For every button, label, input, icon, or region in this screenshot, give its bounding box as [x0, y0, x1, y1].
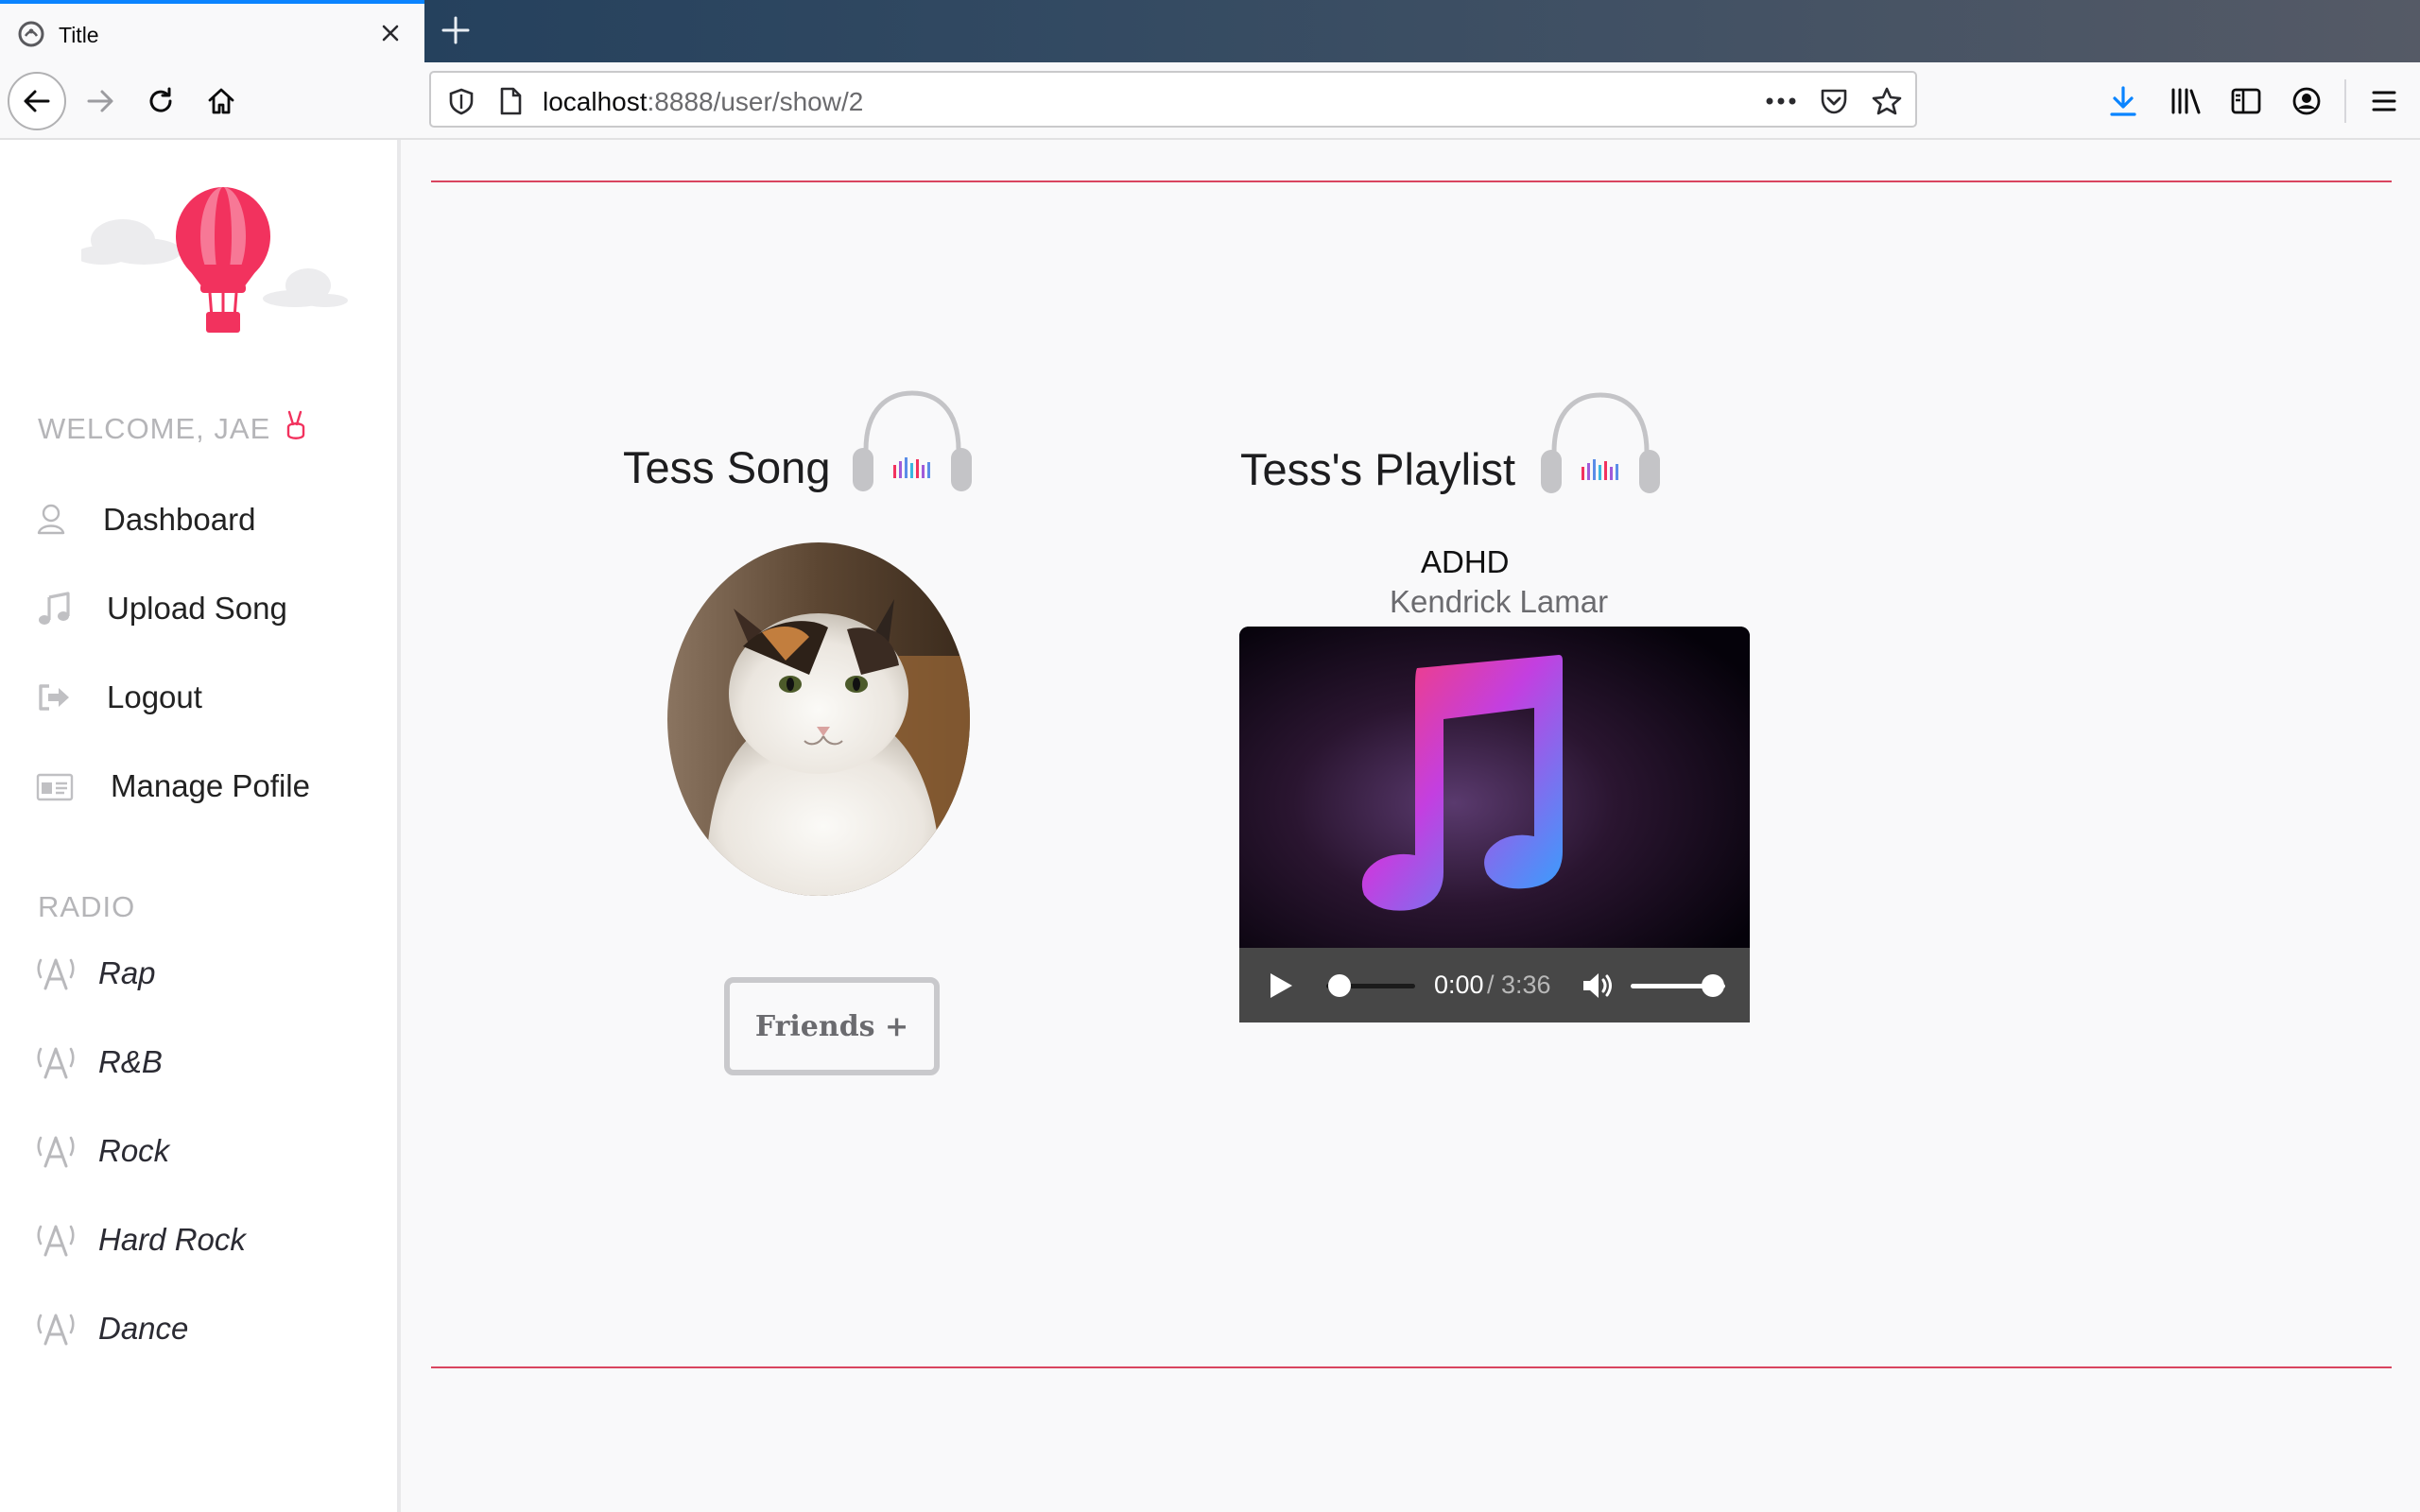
toolbar-divider [2344, 79, 2346, 123]
page-info-icon[interactable] [493, 84, 527, 118]
radio-tower-icon [37, 1136, 75, 1168]
sidebar-item-logout[interactable]: Logout [36, 671, 202, 724]
user-icon [37, 504, 65, 535]
radio-label: Dance [98, 1311, 189, 1346]
sidebar-icon [2231, 88, 2261, 114]
volume-icon[interactable] [1582, 971, 1616, 1001]
pocket-icon[interactable] [1817, 84, 1851, 118]
sidebar-item-radio-rnb[interactable]: R&B [36, 1036, 163, 1089]
welcome-message: WELCOME, JAE [38, 410, 308, 446]
browser-toolbar: localhost:8888/user/show/2 [0, 62, 2420, 140]
radio-tower-icon [37, 1047, 75, 1079]
new-tab-icon[interactable] [437, 11, 475, 49]
cat-photo [667, 542, 970, 896]
playlist-title: Tess's Playlist [1240, 444, 1516, 494]
sidebar-item-label: Logout [107, 679, 202, 714]
browser-tab-bar: Title [0, 0, 2420, 62]
music-note-artwork [1239, 627, 1750, 948]
reload-button[interactable] [134, 75, 187, 128]
sidebar-item-manage-profile[interactable]: Manage Pofile [36, 760, 310, 813]
radio-section-heading: RADIO [38, 890, 136, 923]
home-button[interactable] [195, 75, 248, 128]
url-text[interactable]: localhost:8888/user/show/2 [543, 87, 863, 117]
total-time: / 3:36 [1487, 971, 1551, 999]
sidebar-item-upload-song[interactable]: Upload Song [36, 582, 287, 635]
home-icon [208, 88, 234, 114]
album-cover [1239, 627, 1750, 948]
hot-air-balloon-logo[interactable] [81, 185, 355, 346]
sidebar-item-radio-dance[interactable]: Dance [36, 1302, 188, 1355]
sidebar-item-label: Dashboard [103, 502, 256, 537]
radio-label: R&B [98, 1044, 163, 1079]
logout-icon [39, 684, 69, 711]
headphones-icon [853, 390, 972, 491]
sidebar-item-label: Manage Pofile [111, 768, 310, 803]
audio-player: 0:00 / 3:36 [1239, 948, 1750, 1022]
radio-tower-icon [37, 1314, 75, 1346]
play-icon[interactable] [1268, 971, 1294, 1000]
hamburger-menu-icon [2372, 91, 2396, 112]
library-button[interactable] [2159, 75, 2212, 128]
top-divider [431, 180, 2392, 182]
library-icon [2171, 88, 2201, 114]
bookmark-star-icon[interactable] [1870, 84, 1904, 118]
account-icon [2292, 87, 2321, 115]
tab-favicon-icon [18, 21, 44, 47]
tracking-shield-icon[interactable] [444, 84, 478, 118]
welcome-text: WELCOME, JAE [38, 412, 271, 445]
tab-close-icon[interactable] [374, 17, 406, 49]
sidebar-toggle-button[interactable] [2220, 75, 2273, 128]
radio-tower-icon [37, 958, 75, 990]
music-note-icon [39, 592, 70, 625]
add-friend-button[interactable]: Friends + [724, 977, 940, 1075]
headphones-icon [1541, 392, 1660, 493]
page-actions-icon[interactable] [1764, 84, 1798, 118]
radio-label: Rock [98, 1133, 170, 1168]
downloads-button[interactable] [2097, 75, 2150, 128]
victory-hand-icon [286, 410, 305, 439]
progress-slider[interactable] [1326, 972, 1415, 999]
account-button[interactable] [2280, 75, 2333, 128]
radio-label: Rap [98, 955, 156, 990]
url-path: :8888/user/show/2 [647, 87, 864, 116]
back-arrow-icon [24, 90, 50, 112]
song-artist: Kendrick Lamar [1390, 584, 1609, 619]
address-bar[interactable]: localhost:8888/user/show/2 [429, 71, 1917, 128]
bottom-divider [431, 1366, 2392, 1368]
sidebar-item-label: Upload Song [107, 591, 287, 626]
url-host: localhost [543, 87, 648, 116]
download-icon [2110, 86, 2136, 116]
profile-title: Tess Song [623, 442, 831, 492]
reload-icon [149, 87, 172, 112]
id-card-icon [36, 773, 74, 801]
forward-arrow-icon [87, 90, 113, 112]
browser-tab[interactable]: Title [0, 0, 424, 62]
current-time: 0:00 [1434, 971, 1484, 999]
app-sidebar: WELCOME, JAE Dashboard Upload Song Logou… [0, 140, 401, 1512]
tab-title: Title [59, 23, 99, 47]
radio-tower-icon [37, 1225, 75, 1257]
sidebar-item-radio-rock[interactable]: Rock [36, 1125, 169, 1177]
sidebar-item-radio-rap[interactable]: Rap [36, 947, 156, 1000]
song-title: ADHD [1421, 544, 1510, 579]
radio-label: Hard Rock [98, 1222, 246, 1257]
sidebar-item-radio-hard-rock[interactable]: Hard Rock [36, 1213, 246, 1266]
sidebar-item-dashboard[interactable]: Dashboard [36, 493, 255, 546]
back-button[interactable] [8, 72, 66, 130]
profile-avatar [667, 542, 970, 896]
volume-slider[interactable] [1631, 972, 1727, 999]
forward-button[interactable] [74, 75, 127, 128]
menu-button[interactable] [2358, 75, 2411, 128]
